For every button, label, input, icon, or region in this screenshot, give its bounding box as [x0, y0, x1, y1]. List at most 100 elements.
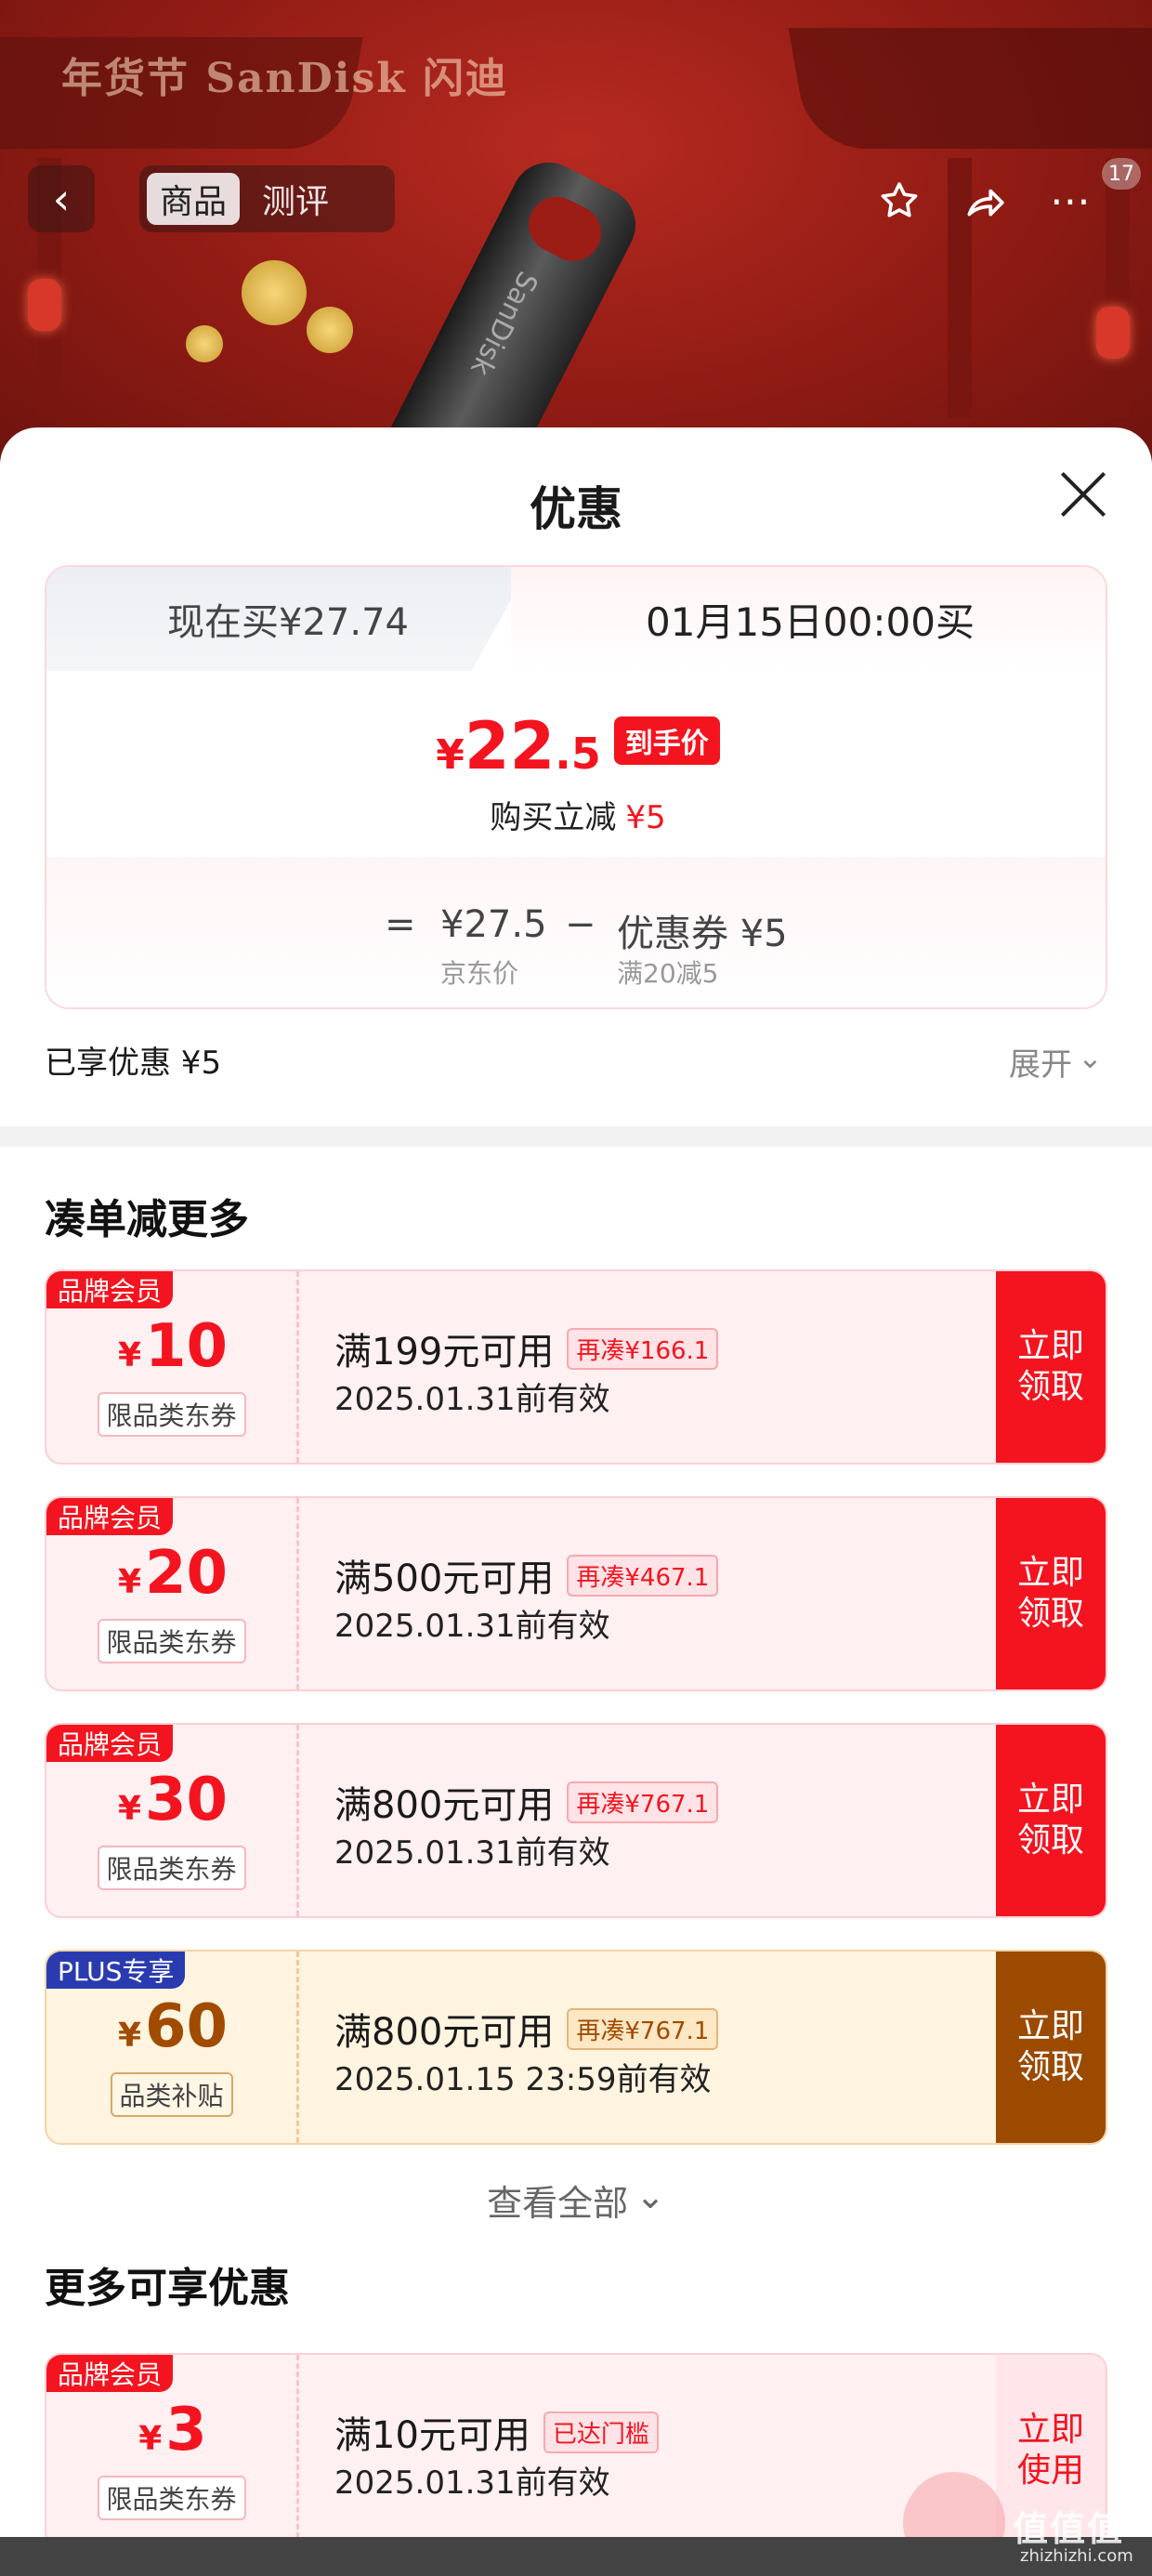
- coupon-value: 20: [145, 1539, 229, 1608]
- coupon-condition-text: 满199元可用: [334, 1331, 555, 1373]
- price-card-body: ¥ 22 .5 到手价 购买立减 ¥5 = ¥27.5 京东价 − 优惠券 ¥5 …: [46, 671, 1106, 1007]
- bottom-bar: [0, 2537, 1152, 2576]
- claim-coupon-button[interactable]: 立即 领取: [996, 1952, 1106, 2143]
- share-icon[interactable]: [957, 173, 1013, 229]
- watermark-url: zhizhizhi.com: [1020, 2546, 1133, 2566]
- price-card: 现在买¥27.74 01月15日00:00买 ¥ 22 .5 到手价 购买立减 ¥…: [45, 565, 1107, 1009]
- coupon-value-area: 品牌会员 ¥20 限品类东券: [46, 1498, 299, 1689]
- coupon-condition-text: 满10元可用: [334, 2414, 530, 2457]
- sheet-title: 优惠: [530, 482, 622, 536]
- gold-coin: [307, 307, 353, 353]
- formula-equals: =: [385, 903, 416, 946]
- coupon-kind: 品类补贴: [110, 2072, 233, 2117]
- close-icon[interactable]: [1055, 467, 1111, 522]
- back-button[interactable]: ‹: [28, 165, 95, 232]
- coupon-condition-text: 满500元可用: [334, 1557, 555, 1600]
- final-price-dec: .5: [555, 729, 601, 779]
- tab-product[interactable]: 商品: [147, 173, 241, 225]
- section-enjoy-title: 更多可享优惠: [45, 2265, 290, 2312]
- coupon-kind: 限品类东券: [97, 2476, 246, 2520]
- coupon-expiry: 2025.01.31前有效: [334, 1381, 610, 1418]
- coupon-expiry: 2025.01.15 23:59前有效: [334, 2061, 712, 2098]
- final-price-yen: ¥: [436, 731, 465, 779]
- tab-review[interactable]: 测评: [249, 173, 342, 225]
- coupon-kind: 限品类东券: [97, 1619, 246, 1663]
- claim-coupon-button[interactable]: 立即 领取: [996, 1498, 1106, 1689]
- coupon-value: 3: [165, 2396, 207, 2464]
- coupon-card: 品牌会员 ¥30 限品类东券 满800元可用 再凑¥767.1 2025.01.3…: [45, 1723, 1107, 1918]
- jd-price-label: 京东价: [440, 958, 519, 989]
- instant-cut: 购买立减 ¥5: [46, 792, 1106, 837]
- expand-button[interactable]: 展开: [1009, 1039, 1103, 1084]
- section-divider: [0, 1126, 1152, 1147]
- coupon-gap-tag: 再凑¥767.1: [567, 1781, 719, 1823]
- view-all-button[interactable]: 查看全部: [0, 2175, 1152, 2226]
- usb-keyring-hole: [518, 187, 611, 271]
- usb-brand-text: SanDisk: [464, 266, 544, 381]
- coupon-value-area: 品牌会员 ¥3 限品类东券: [46, 2355, 299, 2546]
- coupon-gap-tag: 再凑¥767.1: [567, 2007, 719, 2050]
- coupon-gap-tag: 再凑¥467.1: [567, 1554, 719, 1597]
- coupon-amount: ¥10: [46, 1312, 299, 1381]
- coupon-yen: ¥: [117, 1563, 141, 1601]
- coupon-kind: 限品类东券: [97, 1392, 246, 1437]
- gold-coin: [242, 260, 307, 325]
- coupon-amount: ¥20: [46, 1539, 299, 1608]
- coupon-badge: 品牌会员: [46, 1271, 174, 1308]
- coupon-badge: 品牌会员: [46, 2355, 174, 2392]
- coupon-card: 品牌会员 ¥10 限品类东券 满199元可用 再凑¥166.1 2025.01.3…: [45, 1269, 1107, 1465]
- coupon-condition: 满800元可用 再凑¥767.1: [334, 1775, 719, 1829]
- coupon-kind: 限品类东券: [97, 1846, 246, 1890]
- tab-buy-now[interactable]: 现在买¥27.74: [46, 567, 530, 671]
- coupon-value-area: 品牌会员 ¥30 限品类东券: [46, 1725, 299, 1916]
- claim-coupon-button[interactable]: 立即 领取: [996, 1271, 1106, 1463]
- coupon-yen: ¥: [117, 2017, 141, 2055]
- coupon-card: 品牌会员 ¥20 限品类东券 满500元可用 再凑¥467.1 2025.01.3…: [45, 1496, 1107, 1691]
- coupon-yen: ¥: [117, 1336, 141, 1374]
- product-tabs: 商品 测评: [139, 165, 395, 232]
- coupon-value: 60: [145, 1992, 229, 2061]
- coupon-condition: 满800元可用 再凑¥767.1: [334, 2002, 719, 2056]
- coupon-badge-plus: PLUS专享: [46, 1952, 186, 1989]
- coupon-yen: ¥: [117, 1790, 141, 1828]
- coupon-badge: 品牌会员: [46, 1725, 174, 1762]
- message-count-badge: 17: [1102, 158, 1141, 190]
- instant-cut-value: ¥5: [625, 799, 666, 836]
- coupon-amount: ¥60: [46, 1992, 299, 2061]
- watermark-logo: 值值值: [1013, 2508, 1125, 2549]
- coupon-deduction-sub: 满20减5: [617, 958, 719, 989]
- tab-buy-later[interactable]: 01月15日00:00买: [511, 567, 1106, 671]
- pillar-right-2: [1106, 158, 1130, 418]
- chevron-left-icon: ‹: [52, 174, 71, 224]
- jd-price: ¥27.5: [440, 903, 547, 946]
- instant-cut-label: 购买立减: [490, 799, 617, 836]
- favorite-star-icon[interactable]: [871, 173, 927, 229]
- final-price: ¥ 22 .5 到手价: [46, 708, 1106, 784]
- coupon-value-area: 品牌会员 ¥10 限品类东券: [46, 1271, 299, 1463]
- coupon-expiry: 2025.01.31前有效: [334, 1608, 610, 1645]
- coupon-expiry: 2025.01.31前有效: [334, 2464, 610, 2502]
- temple-roof-right: [788, 28, 1152, 149]
- final-price-tag: 到手价: [613, 716, 720, 765]
- discount-sheet: 优惠 现在买¥27.74 01月15日00:00买 ¥ 22 .5 到手价 购买…: [0, 427, 1152, 2576]
- coupon-condition: 满500元可用 再凑¥467.1: [334, 1548, 719, 1602]
- coupon-reached-tag: 已达门槛: [543, 2411, 659, 2453]
- coupon-amount: ¥3: [46, 2396, 299, 2464]
- claim-coupon-button[interactable]: 立即 领取: [996, 1725, 1106, 1916]
- coupon-condition-text: 满800元可用: [334, 2011, 555, 2054]
- coupon-badge: 品牌会员: [46, 1498, 174, 1535]
- lantern-right: [1096, 307, 1130, 359]
- coupon-expiry: 2025.01.31前有效: [334, 1834, 610, 1872]
- price-formula: = ¥27.5 京东价 − 优惠券 ¥5 满20减5: [46, 857, 1106, 1007]
- coupon-card-plus: PLUS专享 ¥60 品类补贴 满800元可用 再凑¥767.1 2025.01.…: [45, 1950, 1107, 2145]
- coupon-deduction: 优惠券 ¥5: [617, 913, 788, 955]
- brand-logo: 年货节 SanDisk 闪迪: [61, 55, 509, 102]
- enjoyed-discount: 已享优惠 ¥5: [45, 1045, 222, 1082]
- coupon-value: 10: [145, 1312, 229, 1381]
- coupon-gap-tag: 再凑¥166.1: [567, 1327, 719, 1370]
- formula-minus: −: [565, 903, 596, 946]
- gold-coin: [186, 325, 223, 362]
- final-price-int: 22: [464, 708, 556, 784]
- more-dots-icon[interactable]: ⋯: [1042, 173, 1098, 229]
- coupon-value-area: PLUS专享 ¥60 品类补贴: [46, 1952, 299, 2143]
